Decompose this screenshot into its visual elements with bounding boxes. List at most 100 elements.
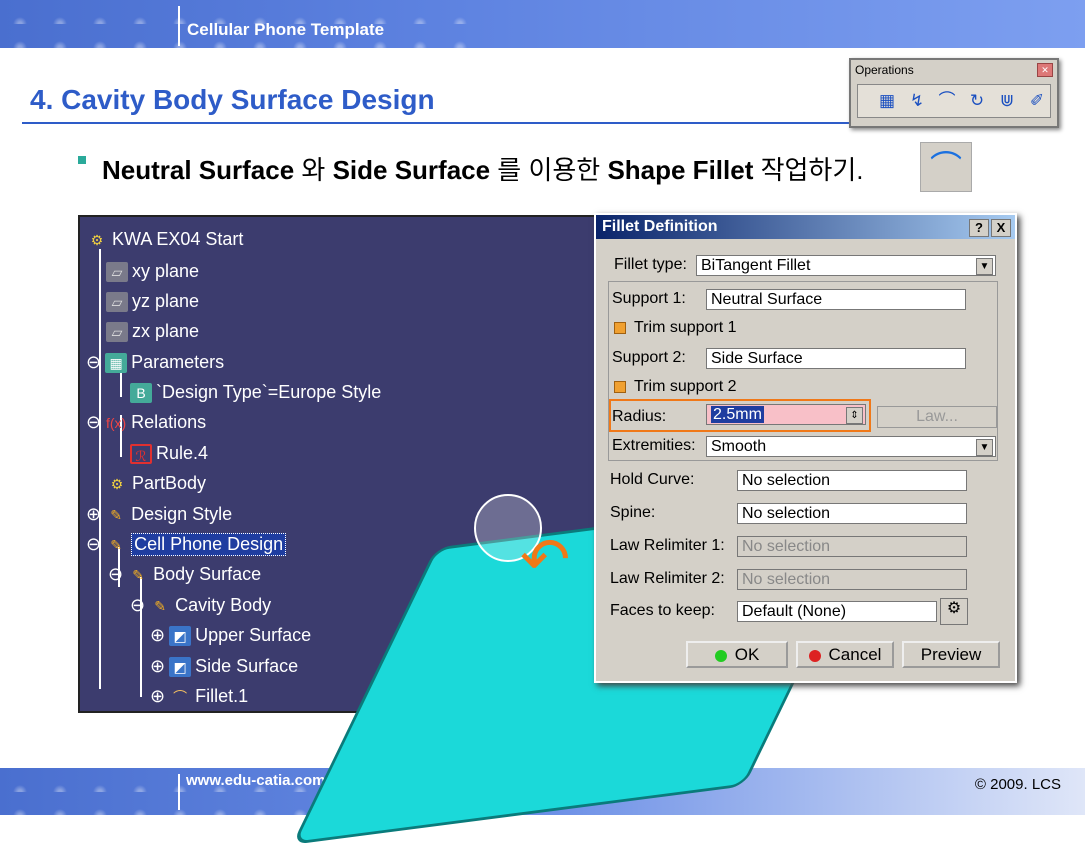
tree-item-upper-surface[interactable]: ⊕ ◩ Upper Surface — [150, 625, 311, 646]
surface-icon: ◩ — [169, 625, 192, 646]
bullet-text-1: 와 — [294, 155, 333, 185]
collapse-icon[interactable]: ⊖ — [86, 352, 101, 373]
tree-item-root[interactable]: ⚙ KWA EX04 Start — [86, 229, 244, 250]
hold-curve-field[interactable]: No selection — [737, 470, 967, 491]
tree-item-cell-phone-design[interactable]: ⊖ ✎ Cell Phone Design — [86, 533, 287, 556]
tree-item-yz-plane[interactable]: ▱ yz plane — [106, 291, 199, 312]
tree-label: Fillet.1 — [195, 686, 249, 706]
untrim-icon[interactable]: ↯ — [906, 90, 928, 112]
tree-label: Upper Surface — [195, 625, 312, 645]
expand-icon[interactable]: ⊕ — [150, 656, 165, 677]
tree-item-design-type[interactable]: B `Design Type`=Europe Style — [130, 382, 381, 403]
expand-icon[interactable]: ⊕ — [86, 504, 101, 525]
support2-field[interactable]: Side Surface — [706, 348, 966, 369]
faces-selector-icon[interactable]: ⚙ — [940, 598, 968, 625]
expand-icon[interactable]: ⊕ — [150, 625, 165, 646]
law-relimiter2-field: No selection — [737, 569, 967, 590]
spinner-icon[interactable]: ⇕ — [846, 407, 863, 424]
tree-item-cavity-body[interactable]: ⊖ ✎ Cavity Body — [130, 595, 271, 616]
collapse-icon[interactable]: ⊖ — [86, 412, 101, 433]
close-button[interactable]: X — [991, 219, 1011, 237]
tree-item-design-style[interactable]: ⊕ ✎ Design Style — [86, 504, 232, 525]
join-icon[interactable]: ▦ — [876, 90, 898, 112]
rule-icon: ℛ — [130, 443, 152, 464]
dialog-titlebar[interactable]: Fillet Definition ? X — [596, 215, 1015, 239]
chevron-down-icon[interactable]: ▼ — [976, 439, 993, 456]
fillet-icon[interactable]: ⌒ — [936, 90, 958, 112]
bullet-text-3: 작업하기. — [753, 155, 864, 185]
plane-icon: ▱ — [106, 291, 128, 312]
dialog-title: Fillet Definition — [602, 218, 718, 235]
support1-field[interactable]: Neutral Surface — [706, 289, 966, 310]
geometrical-set-icon: ✎ — [154, 597, 166, 614]
trim2-label: Trim support 2 — [634, 378, 737, 395]
collapse-icon[interactable]: ⊖ — [130, 595, 145, 616]
disassemble-icon[interactable]: ✐ — [1026, 90, 1048, 112]
tree-item-side-surface[interactable]: ⊕ ◩ Side Surface — [150, 656, 298, 677]
callout-arrow-icon: ↶ — [520, 526, 571, 593]
ok-button[interactable]: OK — [686, 641, 788, 668]
cancel-button[interactable]: Cancel — [796, 641, 894, 668]
trim1-label: Trim support 1 — [634, 319, 737, 336]
tree-item-zx-plane[interactable]: ▱ zx plane — [106, 321, 199, 342]
ok-label: OK — [734, 645, 760, 664]
preview-button[interactable]: Preview — [902, 641, 1000, 668]
extremities-select[interactable]: Smooth ▼ — [706, 436, 996, 457]
geometrical-set-icon: ✎ — [132, 566, 144, 583]
tree-item-fillet[interactable]: ⊕ ⌒ Fillet.1 — [150, 686, 248, 707]
tree-item-relations[interactable]: ⊖ f(x) Relations — [86, 412, 206, 433]
slide-heading: 4. Cavity Body Surface Design — [30, 84, 435, 115]
radius-field[interactable]: 2.5mm ⇕ — [706, 404, 866, 425]
tree-label: KWA EX04 Start — [112, 229, 244, 249]
close-icon[interactable]: ✕ — [1037, 63, 1053, 77]
tree-label: PartBody — [132, 473, 207, 493]
header-bar — [0, 0, 1085, 48]
cancel-label: Cancel — [828, 645, 882, 664]
plane-icon: ▱ — [106, 321, 128, 342]
tree-label: Relations — [131, 412, 207, 432]
tree-item-rule[interactable]: ℛ Rule.4 — [130, 443, 208, 464]
operations-toolbar-caption: Operations ✕ — [851, 60, 1057, 80]
parameters-icon: ▦ — [105, 352, 128, 373]
spine-label: Spine: — [610, 504, 656, 521]
bullet-marker — [78, 156, 86, 164]
bullet-bold-3: Shape Fillet — [607, 155, 754, 185]
relations-icon: f(x) — [105, 414, 127, 431]
trim-support1-checkbox[interactable]: Trim support 1 — [614, 319, 737, 337]
extrapolate-icon[interactable]: ⋓ — [996, 90, 1018, 112]
faces-to-keep-label: Faces to keep: — [610, 602, 715, 619]
translate-icon[interactable]: ↻ — [966, 90, 988, 112]
geometrical-set-icon: ✎ — [110, 536, 122, 553]
fillet-icon: ⌒ — [173, 688, 188, 705]
tree-item-body-surface[interactable]: ⊖ ✎ Body Surface — [108, 564, 261, 585]
radius-label: Radius: — [612, 408, 667, 425]
expand-icon[interactable]: ⊕ — [150, 686, 165, 707]
law-relimiter1-label: Law Relimiter 1: — [610, 537, 725, 554]
support2-label: Support 2: — [612, 349, 686, 366]
tree-item-parameters[interactable]: ⊖ ▦ Parameters — [86, 352, 224, 373]
surface-icon: ◩ — [169, 656, 192, 677]
tree-item-partbody[interactable]: ⚙ PartBody — [106, 473, 206, 494]
shape-fillet-icon[interactable]: ⌒ — [920, 142, 972, 192]
faces-to-keep-field[interactable]: Default (None) — [737, 601, 937, 622]
bullet-bold-2: Side Surface — [332, 155, 491, 185]
law-relimiter2-label: Law Relimiter 2: — [610, 570, 725, 587]
checkbox-icon — [614, 321, 626, 334]
help-button[interactable]: ? — [969, 219, 989, 237]
parameter-icon: B — [130, 382, 152, 403]
collapse-icon[interactable]: ⊖ — [108, 564, 123, 585]
tree-label: yz plane — [132, 291, 200, 311]
tree-label: Side Surface — [195, 656, 299, 676]
chevron-down-icon[interactable]: ▼ — [976, 258, 993, 275]
spine-field[interactable]: No selection — [737, 503, 967, 524]
fillet-type-select[interactable]: BiTangent Fillet ▼ — [696, 255, 996, 276]
tree-label: Design Style — [131, 504, 233, 524]
footer-copyright: © 2009. LCS — [974, 776, 1061, 793]
tree-item-xy-plane[interactable]: ▱ xy plane — [106, 261, 199, 282]
trim-support2-checkbox[interactable]: Trim support 2 — [614, 378, 737, 396]
law-button[interactable]: Law... — [877, 406, 997, 428]
collapse-icon[interactable]: ⊖ — [86, 534, 101, 555]
bullet-bold-1: Neutral Surface — [102, 155, 295, 185]
bullet-text-2: 를 이용한 — [490, 155, 608, 185]
operations-toolbar[interactable]: Operations ✕ ▦ ↯ ⌒ ↻ ⋓ ✐ — [849, 58, 1059, 128]
